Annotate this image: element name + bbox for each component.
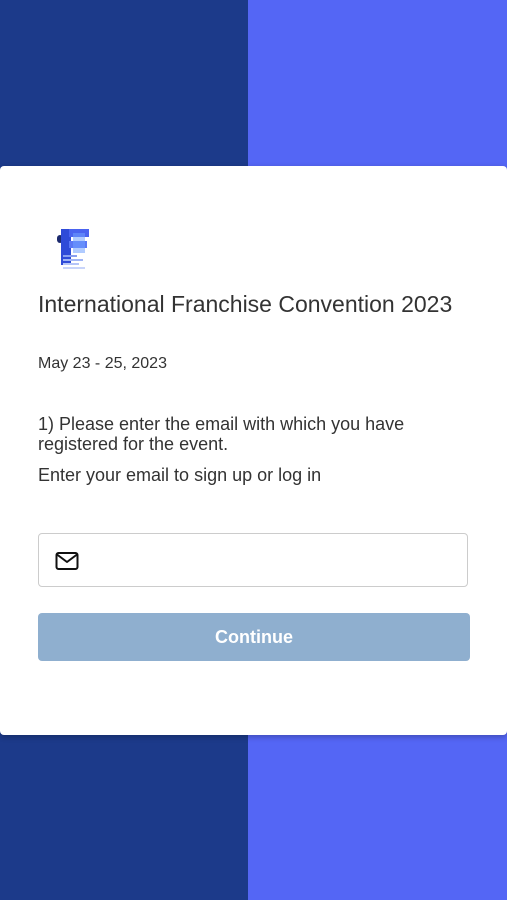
event-logo [57, 229, 89, 269]
email-field[interactable] [38, 533, 468, 588]
continue-button[interactable]: Continue [38, 613, 470, 661]
page: International Franchise Convention 2023 … [0, 0, 507, 900]
signup-login-hint: Enter your email to sign up or log in [38, 465, 322, 485]
mail-icon [55, 552, 79, 570]
email-instruction: 1) Please enter the email with which you… [38, 414, 405, 454]
event-dates: May 23 - 25, 2023 [38, 355, 167, 372]
email-input[interactable] [95, 534, 459, 588]
event-title: International Franchise Convention 2023 [38, 291, 453, 317]
login-card: International Franchise Convention 2023 … [0, 166, 507, 735]
